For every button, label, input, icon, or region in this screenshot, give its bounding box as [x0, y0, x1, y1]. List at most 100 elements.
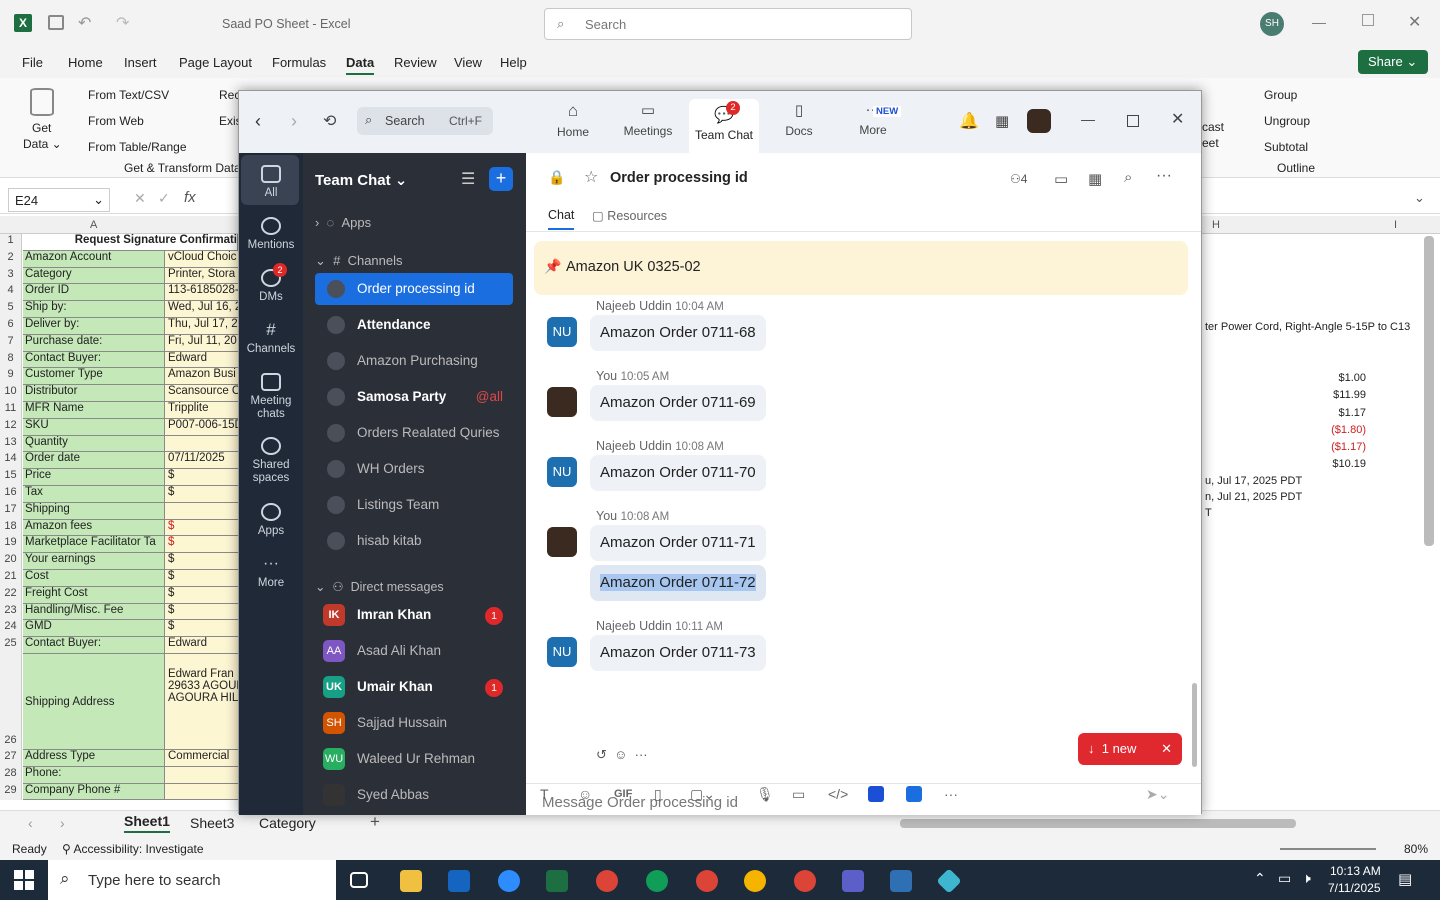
menu-insert[interactable]: Insert — [124, 55, 157, 70]
menu-help[interactable]: Help — [500, 55, 527, 70]
cell-b[interactable]: 07/11/2025 — [165, 452, 238, 470]
message-avatar[interactable] — [547, 527, 577, 557]
schedule-icon[interactable]: ▦ — [1088, 170, 1102, 188]
cell-b[interactable]: $ — [165, 519, 238, 537]
excel-taskbar-icon[interactable] — [546, 870, 568, 892]
cell-a[interactable]: Contact Buyer: — [23, 351, 165, 369]
next-sheet-icon[interactable]: › — [60, 815, 65, 831]
app-icon[interactable] — [906, 786, 922, 802]
cell-b[interactable]: Tripplite — [165, 402, 238, 419]
row-number[interactable]: 3 — [0, 267, 22, 285]
cell-a[interactable]: Quantity — [23, 435, 165, 453]
forecast-label[interactable]: cast — [1202, 120, 1224, 134]
row-number[interactable]: 13 — [0, 435, 22, 453]
channels-section-header[interactable]: ⌄ # Channels — [315, 253, 403, 269]
cell-b[interactable]: P007-006-15D — [165, 418, 238, 436]
profile-avatar[interactable] — [1027, 109, 1051, 133]
rail-meeting-chats[interactable]: Meeting chats — [239, 373, 303, 421]
volume-icon[interactable]: 🕨 — [1302, 870, 1311, 887]
cell-a[interactable]: Address Type — [23, 750, 165, 767]
cell-b[interactable] — [165, 766, 238, 784]
get-data-label[interactable]: Get — [32, 121, 51, 135]
user-avatar[interactable]: SH — [1260, 12, 1284, 36]
taskbar-search-box[interactable]: ⌕ Type here to search — [48, 860, 336, 900]
cell-a[interactable]: Cost — [23, 570, 165, 587]
dm-item[interactable]: AA Asad Ali Khan — [315, 635, 513, 667]
row-number[interactable]: 28 — [0, 766, 22, 784]
new-message-pill[interactable]: ↓ 1 new ✕ — [1078, 733, 1182, 765]
rail-channels[interactable]: # Channels — [239, 321, 303, 356]
cell-a[interactable]: Handling/Misc. Fee — [23, 603, 165, 621]
rail-mentions[interactable]: Mentions — [239, 217, 303, 251]
save-icon[interactable] — [48, 15, 64, 30]
channel-item[interactable]: Attendance — [315, 309, 513, 341]
cell-b[interactable]: Fri, Jul 11, 20 — [165, 334, 238, 352]
sheet-tab-sheet1[interactable]: Sheet1 — [124, 813, 170, 833]
cell-b[interactable]: Thu, Jul 17, 2 — [165, 318, 238, 335]
cell-a[interactable]: MFR Name — [23, 402, 165, 419]
cell-b[interactable] — [165, 783, 238, 801]
name-box[interactable]: E24 ⌄ — [8, 188, 110, 212]
search-icon[interactable]: ⌕ — [1124, 169, 1132, 186]
message-avatar[interactable]: NU — [547, 317, 577, 347]
undo-icon[interactable]: ↶ — [78, 13, 91, 33]
cell-b[interactable]: Edward — [165, 637, 238, 654]
close-icon[interactable]: ✕ — [1408, 12, 1421, 32]
sheet-tab-sheet3[interactable]: Sheet3 — [190, 815, 234, 831]
more-options-icon[interactable]: ··· — [1156, 167, 1172, 185]
rail-more[interactable]: ··· More — [239, 555, 303, 589]
star-icon[interactable]: ☆ — [584, 167, 598, 187]
cell-b[interactable]: Edward Fran 29633 AGOUR AGOURA HILL — [165, 654, 238, 750]
zoom-app-icon[interactable] — [498, 870, 520, 892]
filter-icon[interactable]: ☰ — [461, 169, 475, 189]
cell-b[interactable] — [165, 435, 238, 453]
channel-item[interactable]: Orders Realated Quries — [315, 417, 513, 449]
share-button[interactable]: Share ⌄ — [1358, 50, 1428, 74]
from-text-csv-button[interactable]: From Text/CSV — [88, 88, 169, 102]
message-bubble[interactable]: Amazon Order 0711-73 — [590, 635, 766, 671]
cell-a[interactable]: Amazon Account — [23, 250, 165, 268]
chrome-icon[interactable] — [646, 870, 668, 892]
column-a-header[interactable]: A — [90, 219, 97, 231]
add-sheet-icon[interactable]: + — [370, 812, 380, 832]
compose-plus-button[interactable]: + — [489, 167, 513, 191]
row-number[interactable]: 1 — [0, 234, 22, 251]
cell-b[interactable]: Printer, Stora — [165, 267, 238, 285]
chrome-icon[interactable] — [596, 870, 618, 892]
cell-a[interactable]: Order date — [23, 452, 165, 470]
row-number[interactable]: 17 — [0, 502, 22, 520]
column-i-header[interactable]: I — [1394, 219, 1397, 231]
cell-b[interactable]: 113-6185028- — [165, 284, 238, 302]
ungroup-button[interactable]: Ungroup — [1264, 114, 1310, 128]
history-icon[interactable]: ⟲ — [323, 111, 336, 131]
message-bubble[interactable]: Amazon Order 0711-71 — [590, 525, 766, 561]
screenshot-icon[interactable]: ▢⌄ — [690, 786, 715, 803]
zoom-search-box[interactable]: ⌕ Search Ctrl+F — [357, 107, 493, 135]
message-actions[interactable]: ↺ ☺ ··· — [596, 747, 648, 763]
windows-start-icon[interactable] — [14, 870, 34, 890]
row-number[interactable]: 5 — [0, 301, 22, 318]
vertical-scrollbar[interactable] — [1424, 236, 1434, 546]
cancel-formula-icon[interactable]: ✕ — [134, 190, 146, 207]
message-avatar[interactable] — [547, 387, 577, 417]
from-web-button[interactable]: From Web — [88, 114, 144, 128]
row-number[interactable]: 18 — [0, 519, 22, 537]
cell-b[interactable] — [165, 502, 238, 520]
emoji-icon[interactable]: ☺ — [578, 786, 592, 802]
channel-item[interactable]: Amazon Purchasing — [315, 345, 513, 377]
cell-b[interactable]: $ — [165, 486, 238, 503]
message-bubble[interactable]: Amazon Order 0711-70 — [590, 455, 766, 491]
cell-a[interactable]: Order ID — [23, 284, 165, 302]
cell-b[interactable]: $ — [165, 603, 238, 621]
rail-dms[interactable]: DMs 2 — [239, 263, 303, 303]
cell-a[interactable]: Amazon fees — [23, 519, 165, 537]
cell-a[interactable]: Shipping — [23, 502, 165, 520]
sheet-tab-category[interactable]: Category — [259, 815, 316, 831]
row-number[interactable]: 8 — [0, 351, 22, 369]
dm-item[interactable]: WU Waleed Ur Rehman — [315, 743, 513, 775]
horizontal-scrollbar[interactable] — [900, 819, 1296, 828]
row-number[interactable]: 29 — [0, 783, 22, 801]
menu-formulas[interactable]: Formulas — [272, 55, 326, 70]
cell-a[interactable]: Purchase date: — [23, 334, 165, 352]
dm-item[interactable]: SH Sajjad Hussain — [315, 707, 513, 739]
